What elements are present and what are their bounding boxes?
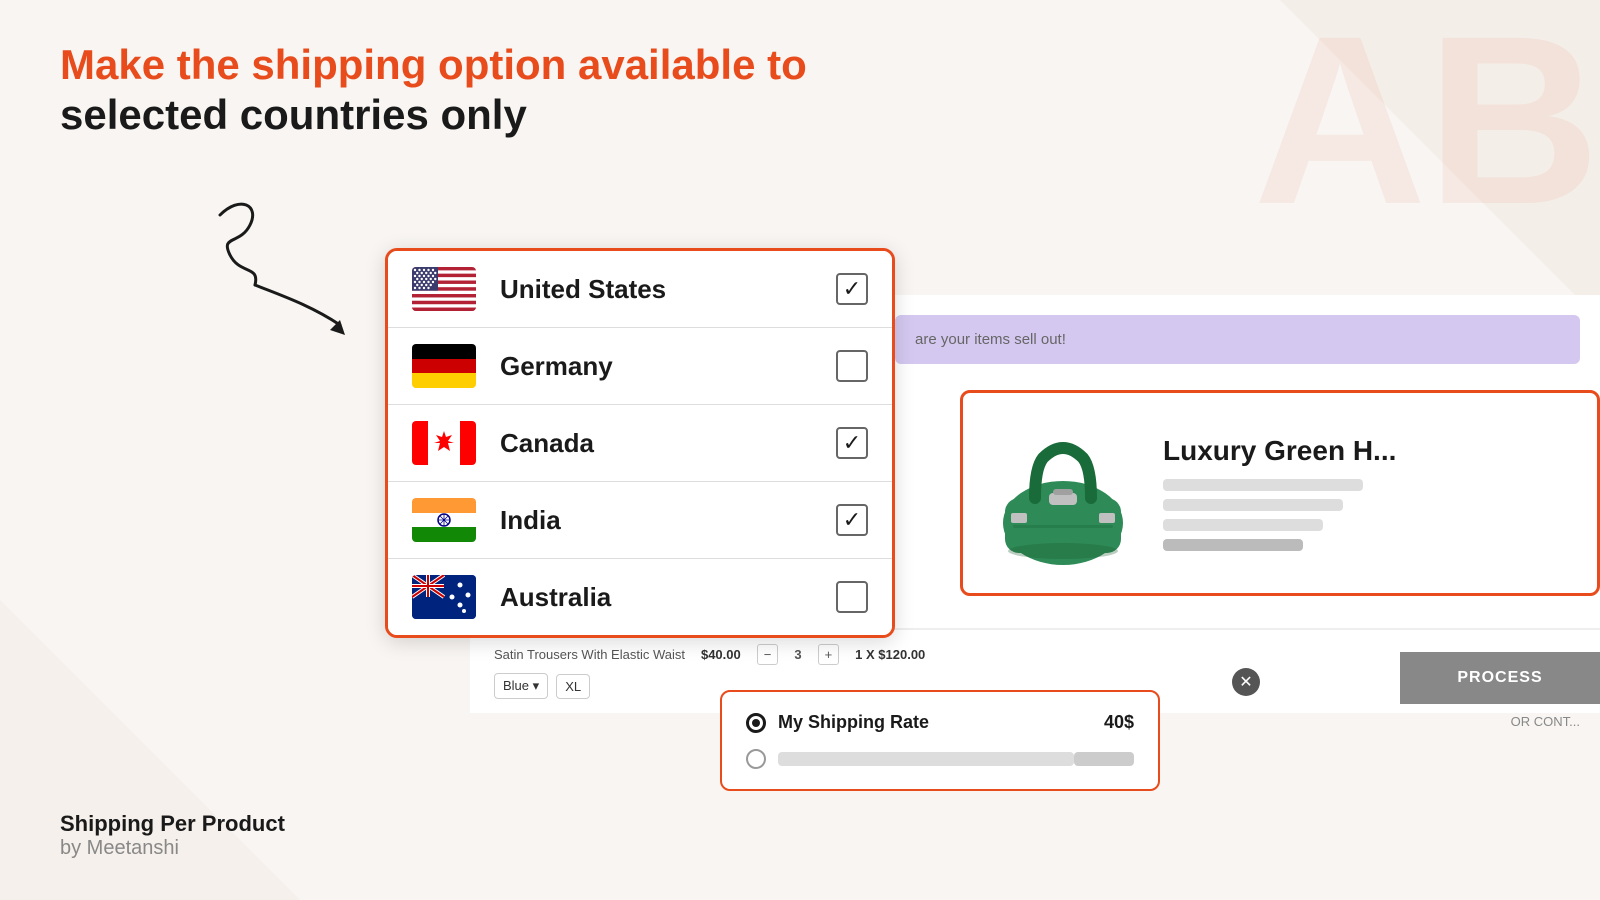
desc-line-3: [1163, 519, 1323, 531]
cart-qty-value: 3: [794, 647, 801, 662]
product-title: Luxury Green H...: [1163, 435, 1577, 467]
checkmark-in: ✓: [843, 507, 861, 533]
branding-section: Shipping Per Product by Meetanshi: [60, 811, 285, 860]
country-name-au: Australia: [500, 582, 836, 613]
desc-line-1: [1163, 479, 1363, 491]
country-row-us[interactable]: United States ✓: [388, 251, 892, 328]
product-card: Luxury Green H...: [960, 390, 1600, 596]
country-row-au[interactable]: Australia: [388, 559, 892, 635]
country-row-in[interactable]: India ✓: [388, 482, 892, 559]
de-stripe-gold: [412, 373, 476, 388]
flag-au: [412, 575, 476, 619]
flag-ca: [412, 421, 476, 465]
desc-line-4: [1163, 539, 1303, 551]
de-stripe-black: [412, 344, 476, 359]
shipping-radio-inactive[interactable]: [746, 749, 766, 769]
product-description-lines: [1163, 479, 1577, 551]
shipping-inactive-price: [1074, 752, 1134, 766]
brand-by: by Meetanshi: [60, 837, 285, 860]
close-cart-button[interactable]: ✕: [1232, 668, 1260, 696]
shipping-option-inactive[interactable]: [746, 749, 1134, 769]
de-stripe-red: [412, 359, 476, 374]
cart-item-name: Satin Trousers With Elastic Waist: [494, 647, 685, 662]
header-title-black: selected countries only: [60, 90, 807, 140]
flag-in: [412, 498, 476, 542]
checkbox-in[interactable]: ✓: [836, 504, 868, 536]
radio-dot: [752, 719, 760, 727]
country-row-de[interactable]: Germany: [388, 328, 892, 405]
ca-mid: [428, 421, 460, 465]
shipping-radio-active[interactable]: [746, 713, 766, 733]
shipping-rate-popup: My Shipping Rate 40$: [720, 690, 1160, 791]
size-select[interactable]: XL: [556, 674, 590, 699]
chevron-down-icon: ▾: [533, 678, 540, 693]
country-name-ca: Canada: [500, 428, 836, 459]
checkmark-ca: ✓: [843, 430, 861, 456]
checkbox-de[interactable]: [836, 350, 868, 382]
checkbox-us[interactable]: ✓: [836, 273, 868, 305]
in-saffron: [412, 498, 476, 513]
in-white: [412, 513, 476, 528]
flag-us: [412, 267, 476, 311]
shipping-option-active[interactable]: My Shipping Rate 40$: [746, 712, 1134, 733]
ca-left: [412, 421, 428, 465]
bg-triangle-top-right: [1280, 0, 1600, 320]
country-selection-panel: United States ✓ Germany: [385, 248, 895, 638]
country-name-in: India: [500, 505, 836, 536]
product-info: Luxury Green H...: [1163, 435, 1577, 551]
flag-de: [412, 344, 476, 388]
brand-name: Shipping Per Product: [60, 811, 285, 837]
country-name-us: United States: [500, 274, 836, 305]
shipping-inactive-bar: [778, 752, 1074, 766]
header-title-orange: Make the shipping option available to: [60, 40, 807, 90]
process-button[interactable]: PROCESS: [1400, 652, 1600, 704]
checkmark-us: ✓: [843, 276, 861, 302]
or-continue-text: OR CONT...: [1511, 714, 1580, 729]
header-section: Make the shipping option available to se…: [60, 40, 807, 141]
ca-right: [460, 421, 476, 465]
desc-line-2: [1163, 499, 1343, 511]
curl-arrow-annotation: [180, 195, 380, 345]
country-name-de: Germany: [500, 351, 836, 382]
promo-banner: are your items sell out!: [895, 315, 1580, 364]
color-select[interactable]: Blue ▾: [494, 673, 548, 699]
shipping-rate-price: 40$: [1104, 712, 1134, 733]
cart-qty-plus[interactable]: +: [818, 644, 840, 665]
in-green: [412, 527, 476, 542]
cart-item-price: $40.00: [701, 647, 741, 662]
cart-qty-minus[interactable]: −: [757, 644, 779, 665]
product-image: [983, 413, 1143, 573]
checkbox-au[interactable]: [836, 581, 868, 613]
cart-line-total: 1 X $120.00: [855, 647, 925, 662]
country-row-ca[interactable]: Canada ✓: [388, 405, 892, 482]
checkbox-ca[interactable]: ✓: [836, 427, 868, 459]
shipping-rate-name: My Shipping Rate: [778, 712, 1104, 733]
